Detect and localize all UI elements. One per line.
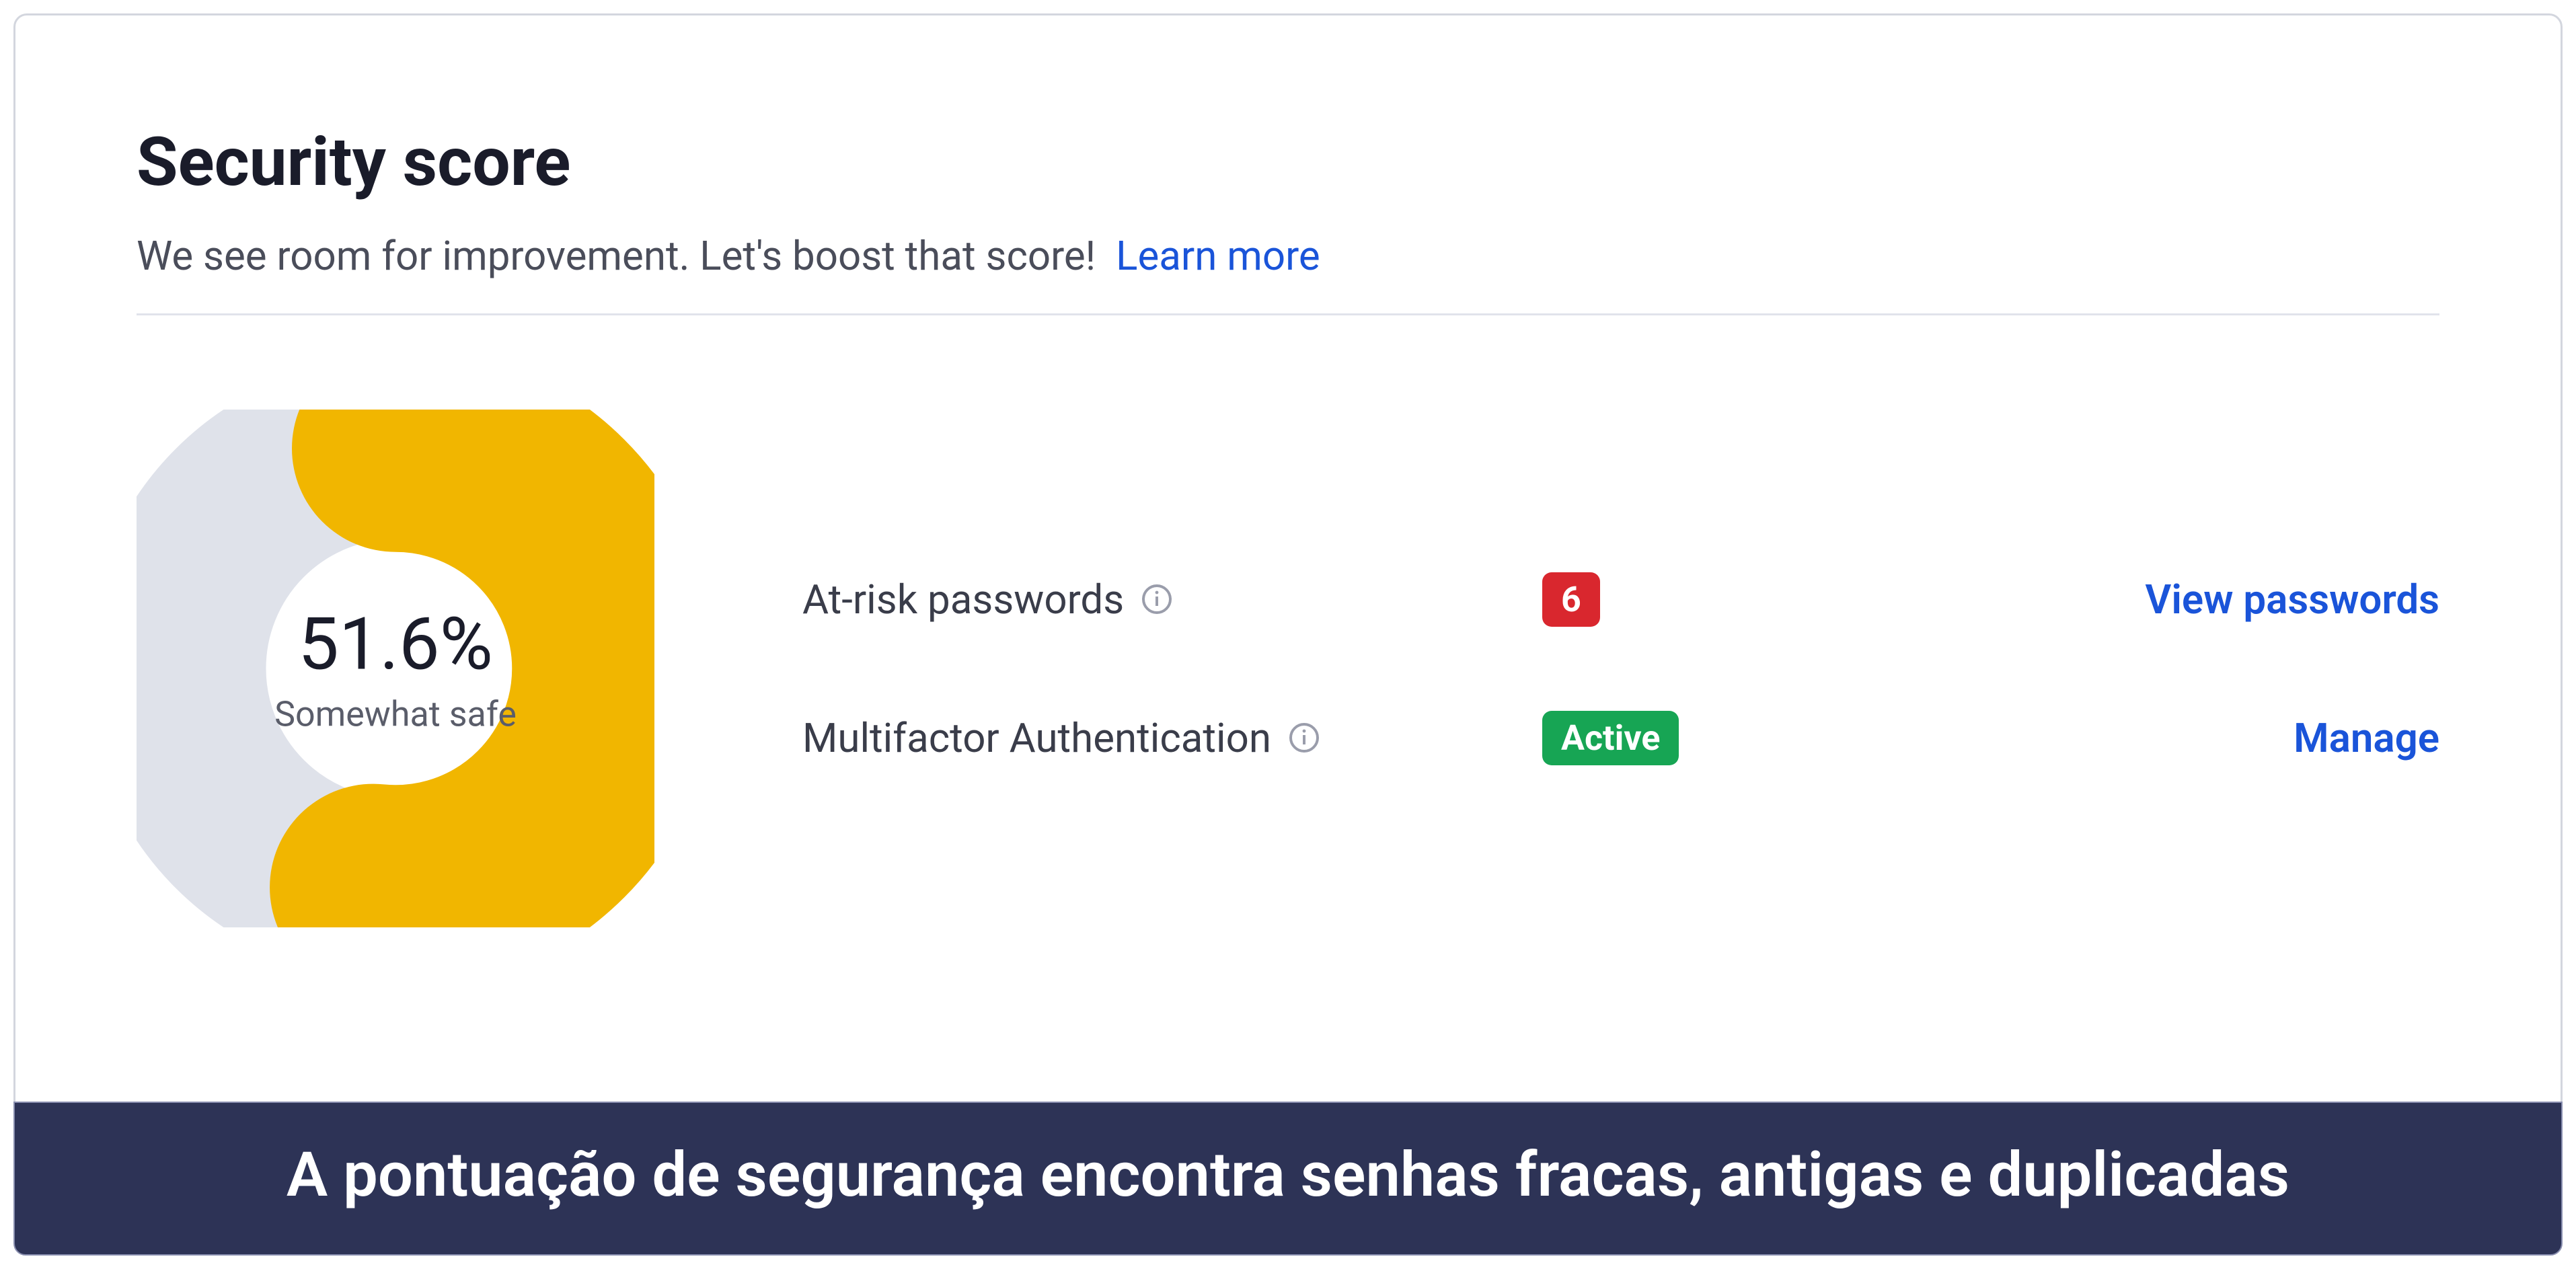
- subtitle-text: We see room for improvement. Let's boost…: [137, 232, 1096, 280]
- metrics-list: At-risk passwords 6 View passwords: [802, 572, 2439, 765]
- manage-mfa-link[interactable]: Manage: [2294, 714, 2439, 762]
- divider: [137, 313, 2439, 315]
- gauge-value: 51.6%: [274, 603, 517, 687]
- view-passwords-link[interactable]: View passwords: [2145, 576, 2439, 623]
- subtitle-row: We see room for improvement. Let's boost…: [137, 232, 2439, 280]
- caption-text: A pontuação de segurança encontra senhas…: [55, 1137, 2521, 1214]
- gauge-center: 51.6% Somewhat safe: [274, 603, 517, 735]
- metric-mfa: Multifactor Authentication Active Manage: [802, 711, 2439, 765]
- metric-badge-col: 6: [1542, 572, 1731, 627]
- metric-label: Multifactor Authentication: [802, 714, 1542, 762]
- gauge-status-label: Somewhat safe: [274, 694, 517, 735]
- metric-label-text: Multifactor Authentication: [802, 714, 1271, 762]
- mfa-status-badge: Active: [1542, 711, 1679, 765]
- page-title: Security score: [137, 123, 2439, 202]
- info-icon[interactable]: [1288, 722, 1320, 754]
- learn-more-link[interactable]: Learn more: [1116, 232, 1320, 280]
- info-icon[interactable]: [1141, 583, 1173, 615]
- caption-bar: A pontuação de segurança encontra senhas…: [13, 1102, 2563, 1256]
- score-gauge: 51.6% Somewhat safe: [137, 410, 654, 927]
- metric-at-risk-passwords: At-risk passwords 6 View passwords: [802, 572, 2439, 627]
- content-row: 51.6% Somewhat safe At-risk passwords: [137, 410, 2439, 927]
- security-score-card: Security score We see room for improveme…: [13, 13, 2563, 1256]
- at-risk-count-badge: 6: [1542, 572, 1600, 627]
- metric-badge-col: Active: [1542, 711, 1731, 765]
- metric-label-text: At-risk passwords: [802, 576, 1124, 623]
- metric-label: At-risk passwords: [802, 576, 1542, 623]
